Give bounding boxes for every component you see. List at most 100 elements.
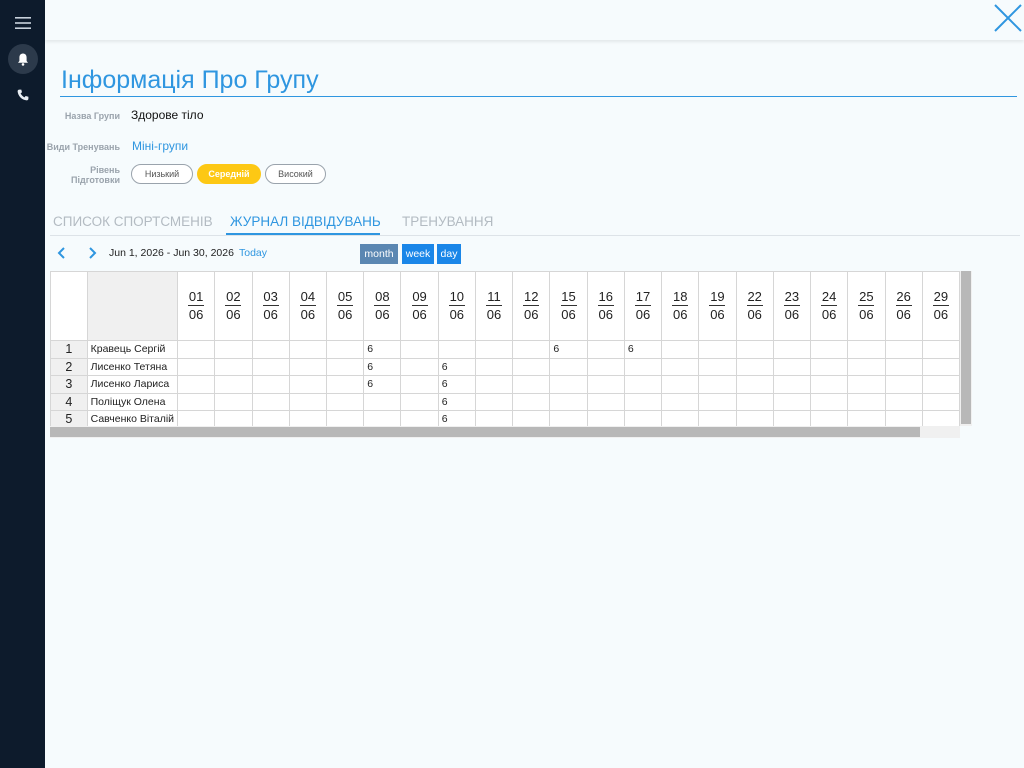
- attendance-cell[interactable]: [586, 375, 625, 394]
- attendance-cell[interactable]: [214, 392, 253, 411]
- attendance-cell[interactable]: [623, 357, 663, 376]
- date-header-cell[interactable]: 03 06: [251, 271, 290, 341]
- attendance-cell[interactable]: [400, 392, 439, 411]
- attendance-cell[interactable]: [512, 375, 551, 394]
- attendance-cell[interactable]: [549, 357, 588, 376]
- attendance-cell[interactable]: [810, 410, 849, 426]
- date-header-cell[interactable]: 10 06: [437, 271, 476, 341]
- attendance-cell[interactable]: [884, 357, 923, 376]
- date-header-cell[interactable]: 17 06: [623, 271, 663, 341]
- attendance-cell[interactable]: [363, 410, 402, 426]
- attendance-cell[interactable]: [400, 375, 439, 394]
- attendance-cell[interactable]: [325, 375, 365, 394]
- attendance-cell[interactable]: [512, 410, 551, 426]
- date-header-cell[interactable]: 25 06: [847, 271, 886, 341]
- attendance-cell[interactable]: [214, 375, 253, 394]
- attendance-cell[interactable]: [810, 375, 849, 394]
- attendance-cell[interactable]: 6: [363, 340, 402, 359]
- attendance-cell[interactable]: [698, 392, 737, 411]
- attendance-cell[interactable]: [325, 340, 365, 359]
- attendance-cell[interactable]: [288, 375, 327, 394]
- attendance-cell[interactable]: [512, 357, 551, 376]
- attendance-cell[interactable]: [921, 410, 960, 426]
- attendance-cell[interactable]: [288, 340, 327, 359]
- attendance-cell[interactable]: [623, 410, 663, 426]
- attendance-cell[interactable]: 6: [437, 357, 476, 376]
- attendance-cell[interactable]: [810, 340, 849, 359]
- date-header-cell[interactable]: 15 06: [549, 271, 588, 341]
- date-header-cell[interactable]: 23 06: [772, 271, 812, 341]
- attendance-cell[interactable]: [251, 375, 290, 394]
- attendance-cell[interactable]: 6: [437, 392, 476, 411]
- attendance-cell[interactable]: [288, 392, 327, 411]
- view-week-button[interactable]: week: [402, 244, 434, 264]
- attendance-cell[interactable]: [214, 357, 253, 376]
- attendance-cell[interactable]: [921, 392, 960, 411]
- attendance-cell[interactable]: [623, 375, 663, 394]
- attendance-cell[interactable]: 6: [437, 375, 476, 394]
- attendance-cell[interactable]: [698, 375, 737, 394]
- attendance-cell[interactable]: [884, 340, 923, 359]
- attendance-cell[interactable]: [400, 357, 439, 376]
- attendance-cell[interactable]: [698, 357, 737, 376]
- chevron-left-icon[interactable]: [55, 246, 69, 260]
- level-high-button[interactable]: Високий: [265, 164, 326, 184]
- attendance-cell[interactable]: [884, 375, 923, 394]
- athlete-name[interactable]: Лисенко Лариса: [86, 375, 179, 394]
- attendance-cell[interactable]: [735, 357, 774, 376]
- view-day-button[interactable]: day: [437, 244, 461, 264]
- attendance-cell[interactable]: [623, 392, 663, 411]
- attendance-cell[interactable]: [400, 410, 439, 426]
- athlete-name[interactable]: Поліщук Олена: [86, 392, 179, 411]
- attendance-cell[interactable]: [325, 410, 365, 426]
- attendance-cell[interactable]: [772, 410, 812, 426]
- attendance-cell[interactable]: [810, 392, 849, 411]
- attendance-cell[interactable]: [214, 340, 253, 359]
- attendance-cell[interactable]: [251, 340, 290, 359]
- tab-trainings[interactable]: ТРЕНУВАННЯ: [402, 214, 493, 229]
- attendance-cell[interactable]: 6: [549, 340, 588, 359]
- attendance-cell[interactable]: [698, 340, 737, 359]
- close-icon[interactable]: [994, 4, 1022, 32]
- attendance-cell[interactable]: [661, 410, 700, 426]
- attendance-cell[interactable]: [921, 357, 960, 376]
- attendance-cell[interactable]: [921, 340, 960, 359]
- date-header-cell[interactable]: 12 06: [512, 271, 551, 341]
- attendance-cell[interactable]: [735, 340, 774, 359]
- attendance-cell[interactable]: [177, 375, 216, 394]
- attendance-cell[interactable]: [177, 392, 216, 411]
- tab-athletes-list[interactable]: СПИСОК СПОРТСМЕНІВ: [53, 214, 213, 229]
- attendance-cell[interactable]: 6: [363, 357, 402, 376]
- attendance-cell[interactable]: [549, 410, 588, 426]
- date-header-cell[interactable]: 01 06: [177, 271, 216, 341]
- attendance-cell[interactable]: [437, 340, 476, 359]
- attendance-cell[interactable]: [884, 392, 923, 411]
- attendance-cell[interactable]: [884, 410, 923, 426]
- attendance-cell[interactable]: [847, 410, 886, 426]
- attendance-cell[interactable]: [251, 357, 290, 376]
- tab-attendance-journal[interactable]: ЖУРНАЛ ВІДВІДУВАНЬ: [230, 214, 381, 229]
- date-header-cell[interactable]: 18 06: [661, 271, 700, 341]
- bell-icon[interactable]: [8, 44, 38, 74]
- attendance-cell[interactable]: [661, 375, 700, 394]
- attendance-cell[interactable]: [586, 392, 625, 411]
- date-header-cell[interactable]: 22 06: [735, 271, 774, 341]
- phone-icon[interactable]: [8, 80, 38, 110]
- attendance-cell[interactable]: [698, 410, 737, 426]
- attendance-cell[interactable]: [661, 357, 700, 376]
- attendance-cell[interactable]: [288, 410, 327, 426]
- attendance-cell[interactable]: [251, 392, 290, 411]
- attendance-cell[interactable]: [847, 340, 886, 359]
- attendance-cell[interactable]: [325, 392, 365, 411]
- attendance-cell[interactable]: [400, 340, 439, 359]
- attendance-cell[interactable]: [586, 340, 625, 359]
- attendance-cell[interactable]: [847, 375, 886, 394]
- athlete-name[interactable]: Лисенко Тетяна: [86, 357, 179, 376]
- view-month-button[interactable]: month: [360, 244, 398, 264]
- level-medium-button[interactable]: Середній: [197, 164, 261, 184]
- attendance-cell[interactable]: [735, 410, 774, 426]
- attendance-cell[interactable]: [325, 357, 365, 376]
- date-header-cell[interactable]: 24 06: [810, 271, 849, 341]
- attendance-cell[interactable]: [772, 357, 812, 376]
- attendance-cell[interactable]: [363, 392, 402, 411]
